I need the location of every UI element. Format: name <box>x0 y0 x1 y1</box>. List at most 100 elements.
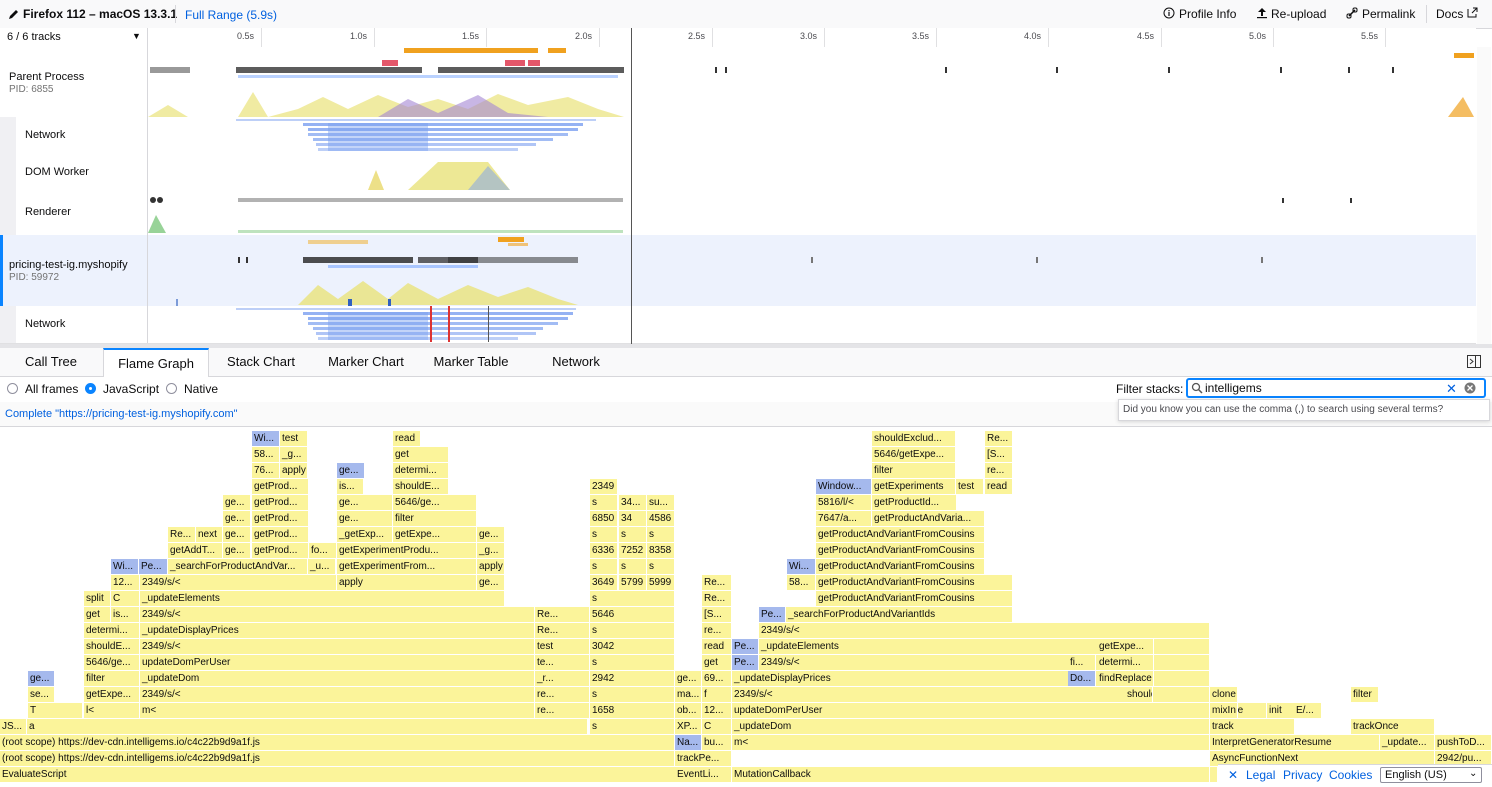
flame-frame[interactable]: 7252 <box>619 543 647 558</box>
flame-frame[interactable]: ge... <box>675 671 702 686</box>
flame-frame[interactable]: clone <box>1210 687 1238 702</box>
flame-frame[interactable]: Wi... <box>111 559 139 574</box>
flame-frame[interactable]: Re... <box>168 527 196 542</box>
flame-frame[interactable]: 5816/l/< <box>816 495 872 510</box>
flame-frame[interactable]: Wi... <box>787 559 816 574</box>
flame-frame[interactable]: s <box>590 527 618 542</box>
flame-frame[interactable]: pushToD... <box>1435 735 1492 750</box>
flame-frame[interactable]: getProd... <box>252 479 309 494</box>
native-label[interactable]: Native <box>184 382 218 396</box>
cookies-link[interactable]: Cookies <box>1329 768 1372 782</box>
flame-frame[interactable]: l< <box>84 703 140 718</box>
flame-frame[interactable]: getProductAndVariantFromCousins <box>816 559 985 574</box>
flame-frame[interactable]: Re... <box>535 607 590 622</box>
tab-stack-chart[interactable]: Stack Chart <box>217 348 305 376</box>
tab-marker-chart[interactable]: Marker Chart <box>318 348 414 376</box>
flame-frame[interactable]: Pe... <box>732 655 759 670</box>
flame-frame[interactable]: filter <box>872 463 956 478</box>
flame-frame[interactable]: shouldE... <box>393 479 449 494</box>
flame-graph[interactable]: EvaluateScript (root scope) https://dev-c… <box>0 427 1492 786</box>
flame-frame[interactable]: 69... <box>702 671 732 686</box>
flame-frame[interactable]: getProd... <box>252 543 309 558</box>
flame-frame[interactable]: updateDomPerUser <box>140 655 535 670</box>
track-label[interactable]: Renderer <box>0 191 148 235</box>
tab-flame-graph[interactable]: Flame Graph <box>103 348 209 377</box>
flame-frame[interactable]: a <box>27 719 588 734</box>
flame-frame[interactable]: re... <box>702 623 732 638</box>
track-count-selector[interactable]: 6 / 6 tracks ▼ <box>0 28 148 47</box>
track-parent-process[interactable]: Parent Process PID: 6855 <box>0 47 1476 118</box>
flame-frame[interactable]: apply <box>477 559 505 574</box>
flame-frame[interactable]: getExperimentProdu... <box>337 543 477 558</box>
flame-frame[interactable]: get <box>702 655 732 670</box>
flame-frame[interactable]: ge... <box>223 511 251 526</box>
pricing-test-graph[interactable] <box>148 235 1476 306</box>
flame-frame[interactable]: s <box>590 559 618 574</box>
flame-frame[interactable]: determi... <box>393 463 449 478</box>
renderer-graph[interactable] <box>148 191 1476 235</box>
flame-frame[interactable]: Wi... <box>252 431 280 446</box>
flame-frame[interactable]: _update... <box>1380 735 1435 750</box>
track-network-2[interactable]: Network <box>0 306 1476 344</box>
flame-frame[interactable]: 7647/a... <box>816 511 872 526</box>
flame-frame[interactable]: te... <box>535 655 590 670</box>
flame-frame[interactable]: 4586 <box>647 511 675 526</box>
flame-frame[interactable]: Pe... <box>759 607 786 622</box>
flame-frame[interactable]: C <box>702 719 732 734</box>
all-frames-radio[interactable] <box>7 383 18 394</box>
flame-frame[interactable]: track <box>1210 719 1295 734</box>
flame-frame[interactable]: is... <box>111 607 140 622</box>
flame-frame[interactable]: s <box>619 527 647 542</box>
track-label[interactable]: Parent Process PID: 6855 <box>0 47 148 117</box>
flame-frame[interactable]: ge... <box>337 495 393 510</box>
native-radio[interactable] <box>166 383 177 394</box>
flame-frame[interactable]: determi... <box>1097 655 1154 670</box>
flame-frame[interactable]: s <box>590 719 675 734</box>
flame-frame[interactable]: read <box>702 639 732 654</box>
track-label[interactable]: Network <box>0 117 148 154</box>
flame-frame[interactable]: _updateElements <box>140 591 505 606</box>
flame-frame[interactable]: getExpe... <box>84 687 140 702</box>
flame-frame[interactable]: [S... <box>702 607 732 622</box>
close-circle-icon[interactable] <box>1464 382 1476 397</box>
flame-frame[interactable]: ob... <box>675 703 702 718</box>
flame-frame[interactable]: get <box>393 447 449 462</box>
flame-frame[interactable]: s <box>619 559 647 574</box>
flame-frame[interactable]: filter <box>84 671 140 686</box>
track-network-1[interactable]: Network <box>0 117 1476 155</box>
flame-frame[interactable]: s <box>590 495 618 510</box>
app-title[interactable]: Firefox 112 – macOS 13.3.1 <box>23 7 177 21</box>
flame-frame[interactable]: XP... <box>675 719 702 734</box>
flame-frame[interactable]: 6336 <box>590 543 618 558</box>
close-icon[interactable]: ✕ <box>1228 768 1238 782</box>
flame-frame[interactable]: re... <box>985 463 1013 478</box>
dom-worker-graph[interactable] <box>148 154 1476 191</box>
flame-frame[interactable]: _g... <box>280 447 308 462</box>
flame-frame[interactable]: getExperiments <box>872 479 956 494</box>
flame-frame[interactable]: m< <box>140 703 535 718</box>
selection-end-line[interactable] <box>631 28 632 344</box>
flame-frame[interactable]: read <box>393 431 421 446</box>
flame-frame[interactable]: bu... <box>702 735 732 750</box>
language-select[interactable]: English (US) ⌄ <box>1380 767 1482 783</box>
flame-frame[interactable]: ge... <box>223 543 251 558</box>
flame-frame[interactable]: test <box>535 639 590 654</box>
range-breadcrumb[interactable]: Full Range (5.9s) <box>185 8 277 22</box>
flame-frame[interactable]: (root scope) https://dev-cdn.intelligems… <box>0 735 675 750</box>
flame-frame[interactable]: 58... <box>787 575 816 590</box>
flame-frame[interactable]: 2349 <box>590 479 618 494</box>
flame-frame[interactable]: re... <box>535 687 590 702</box>
flame-frame[interactable]: determi... <box>84 623 140 638</box>
flame-frame[interactable]: su... <box>647 495 675 510</box>
flame-frame[interactable]: fi... <box>1068 655 1096 670</box>
flame-frame[interactable]: re... <box>535 703 590 718</box>
flame-frame[interactable]: ge... <box>223 495 251 510</box>
flame-frame[interactable]: getProductAndVariantFromCousins <box>816 527 985 542</box>
sidebar-toggle-icon[interactable] <box>1467 355 1481 371</box>
track-dom-worker[interactable]: DOM Worker <box>0 154 1476 192</box>
flame-frame[interactable]: 58... <box>252 447 280 462</box>
tab-marker-table[interactable]: Marker Table <box>424 348 518 376</box>
flame-frame[interactable]: ge... <box>337 463 365 478</box>
pencil-icon[interactable] <box>8 8 20 23</box>
flame-frame[interactable]: 2349/s/< <box>140 607 535 622</box>
